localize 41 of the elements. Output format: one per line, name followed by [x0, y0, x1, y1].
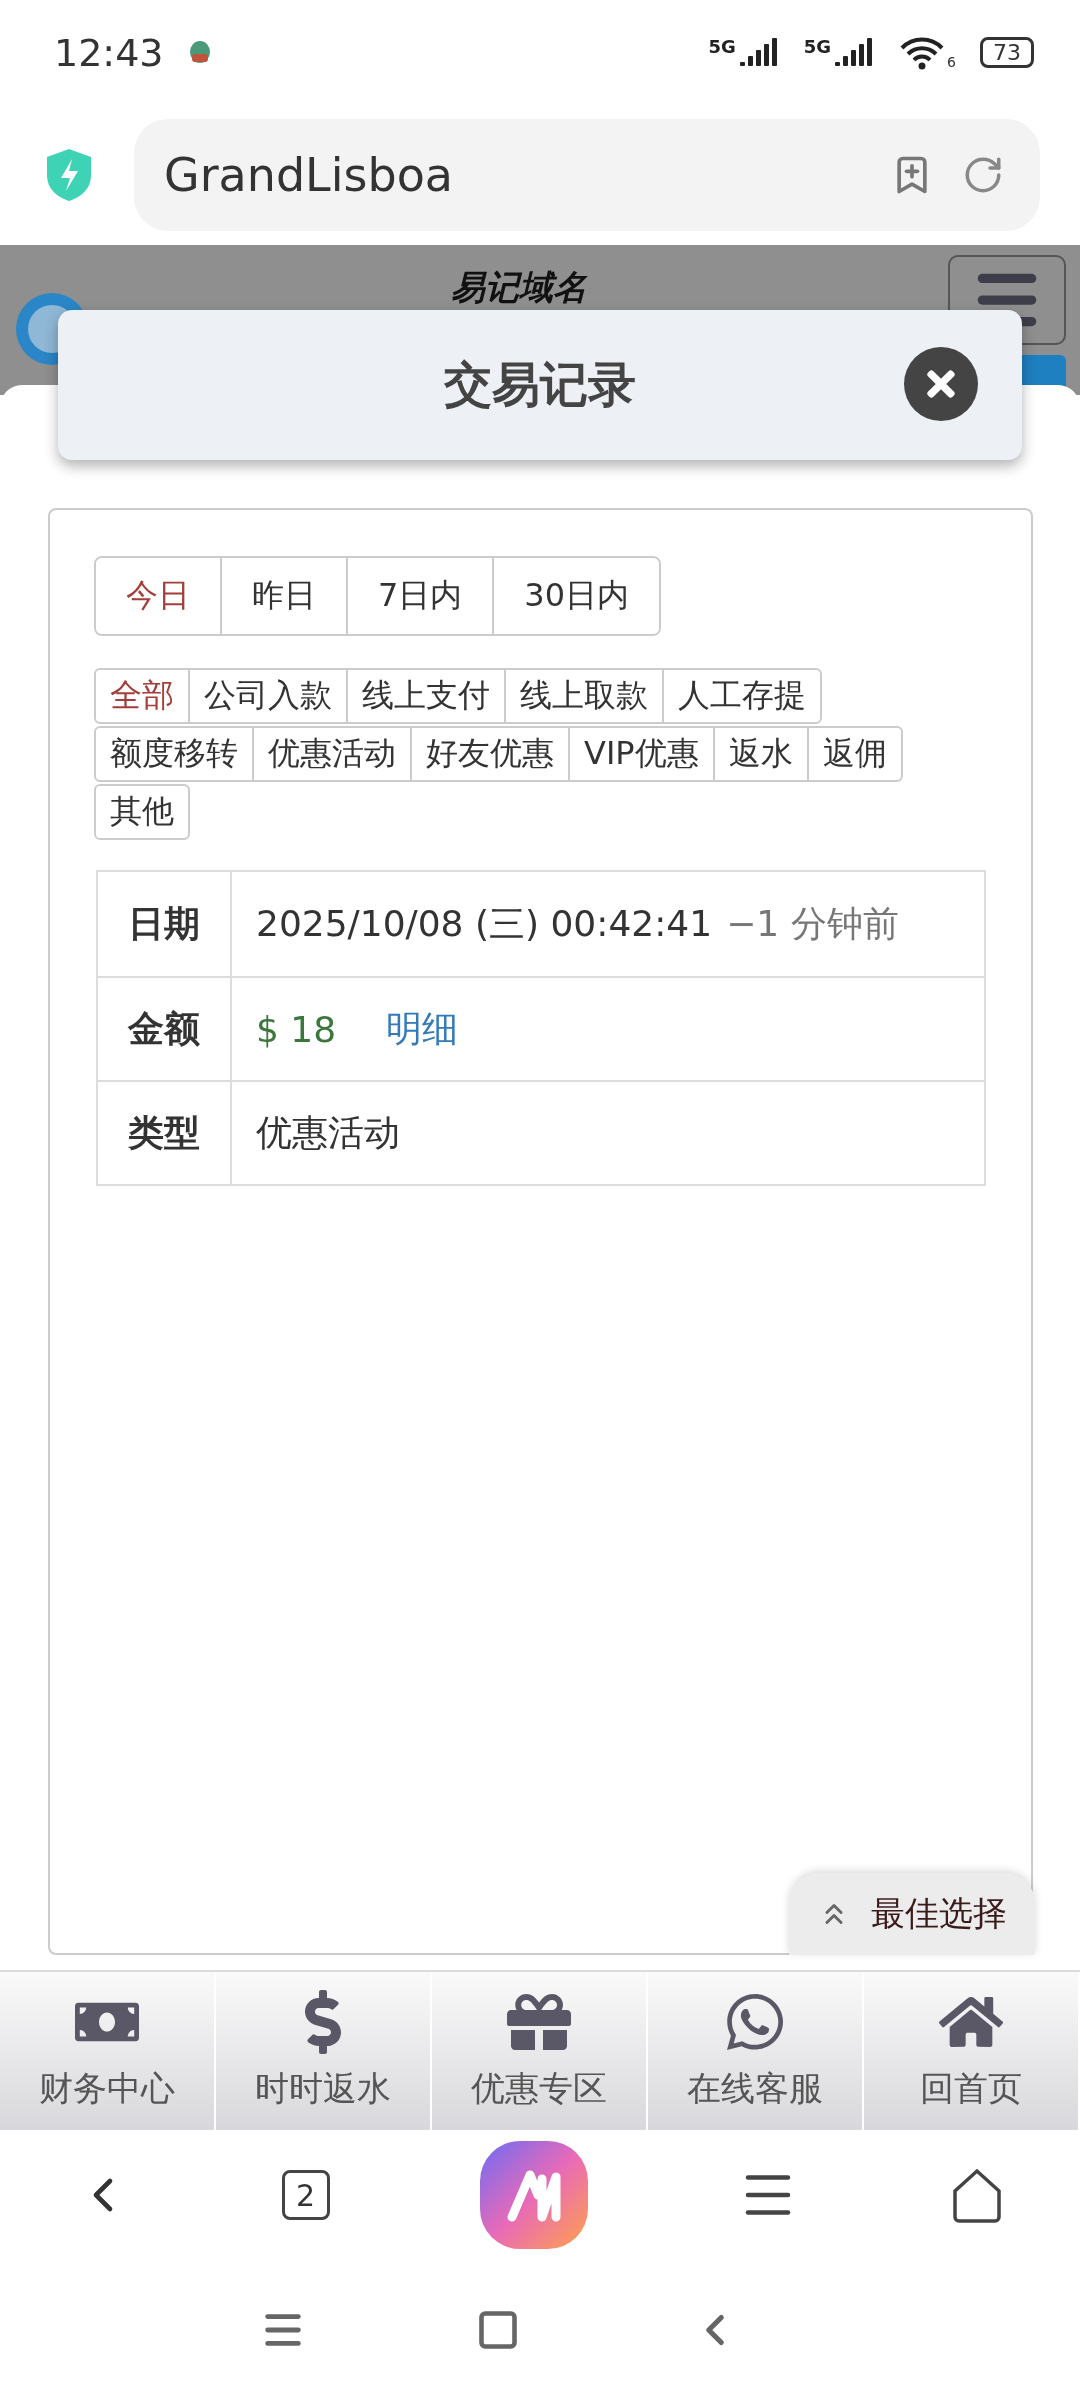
- row-label: 金额: [98, 976, 232, 1080]
- bottom-nav-item[interactable]: 在线客服: [648, 1972, 864, 2130]
- type-filter[interactable]: 其他: [94, 784, 190, 840]
- bottom-nav-item[interactable]: 时时返水: [216, 1972, 432, 2130]
- app-logo-icon[interactable]: [479, 2141, 588, 2249]
- type-filter[interactable]: 返水: [712, 726, 809, 782]
- type-filter[interactable]: 优惠活动: [252, 726, 412, 782]
- app-notification-icon: [187, 39, 212, 66]
- clock: 12:43: [54, 30, 164, 75]
- type-value: 优惠活动: [256, 1110, 400, 1155]
- row-label: 类型: [98, 1080, 232, 1184]
- amount-value: $ 18: [256, 1008, 337, 1050]
- relative-time: −1 分钟前: [726, 901, 899, 946]
- type-filter[interactable]: VIP优惠: [568, 726, 715, 782]
- modal-title: 交易记录: [444, 355, 636, 414]
- details-link[interactable]: 明细: [386, 1004, 459, 1054]
- bottom-nav-item[interactable]: 回首页: [864, 1972, 1080, 2130]
- type-filter[interactable]: 好友优惠: [410, 726, 570, 782]
- address-text: GrandLisboa: [164, 148, 454, 202]
- best-choice-button[interactable]: 最佳选择: [789, 1873, 1035, 1955]
- site-tagline: 易记域名: [451, 266, 587, 309]
- bottom-nav-item[interactable]: 财务中心: [0, 1972, 216, 2130]
- tab-count-button[interactable]: 2: [281, 2170, 330, 2220]
- row-label: 日期: [98, 872, 232, 976]
- date-tab[interactable]: 30日内: [492, 558, 660, 634]
- type-filter[interactable]: 全部: [94, 668, 190, 724]
- type-filter[interactable]: 线上支付: [346, 668, 506, 724]
- wifi-number-label: 6: [947, 53, 956, 70]
- type-filter[interactable]: 人工存提: [662, 668, 822, 724]
- battery-indicator: 73: [980, 37, 1034, 68]
- wifi-icon: [899, 35, 946, 70]
- date-value: 2025/10/08 (三) 00:42:41: [256, 901, 713, 946]
- network-label: 5G: [708, 35, 736, 57]
- type-filter[interactable]: 公司入款: [188, 668, 348, 724]
- type-filter[interactable]: 线上取款: [504, 668, 664, 724]
- network-label: 5G: [803, 35, 832, 57]
- square-icon[interactable]: [476, 2308, 520, 2352]
- bottom-nav-item[interactable]: 优惠专区: [432, 1972, 648, 2130]
- address-bar[interactable]: GrandLisboa: [134, 119, 1040, 231]
- type-filter[interactable]: 额度移转: [94, 726, 254, 782]
- type-filter[interactable]: 返佣: [806, 726, 903, 782]
